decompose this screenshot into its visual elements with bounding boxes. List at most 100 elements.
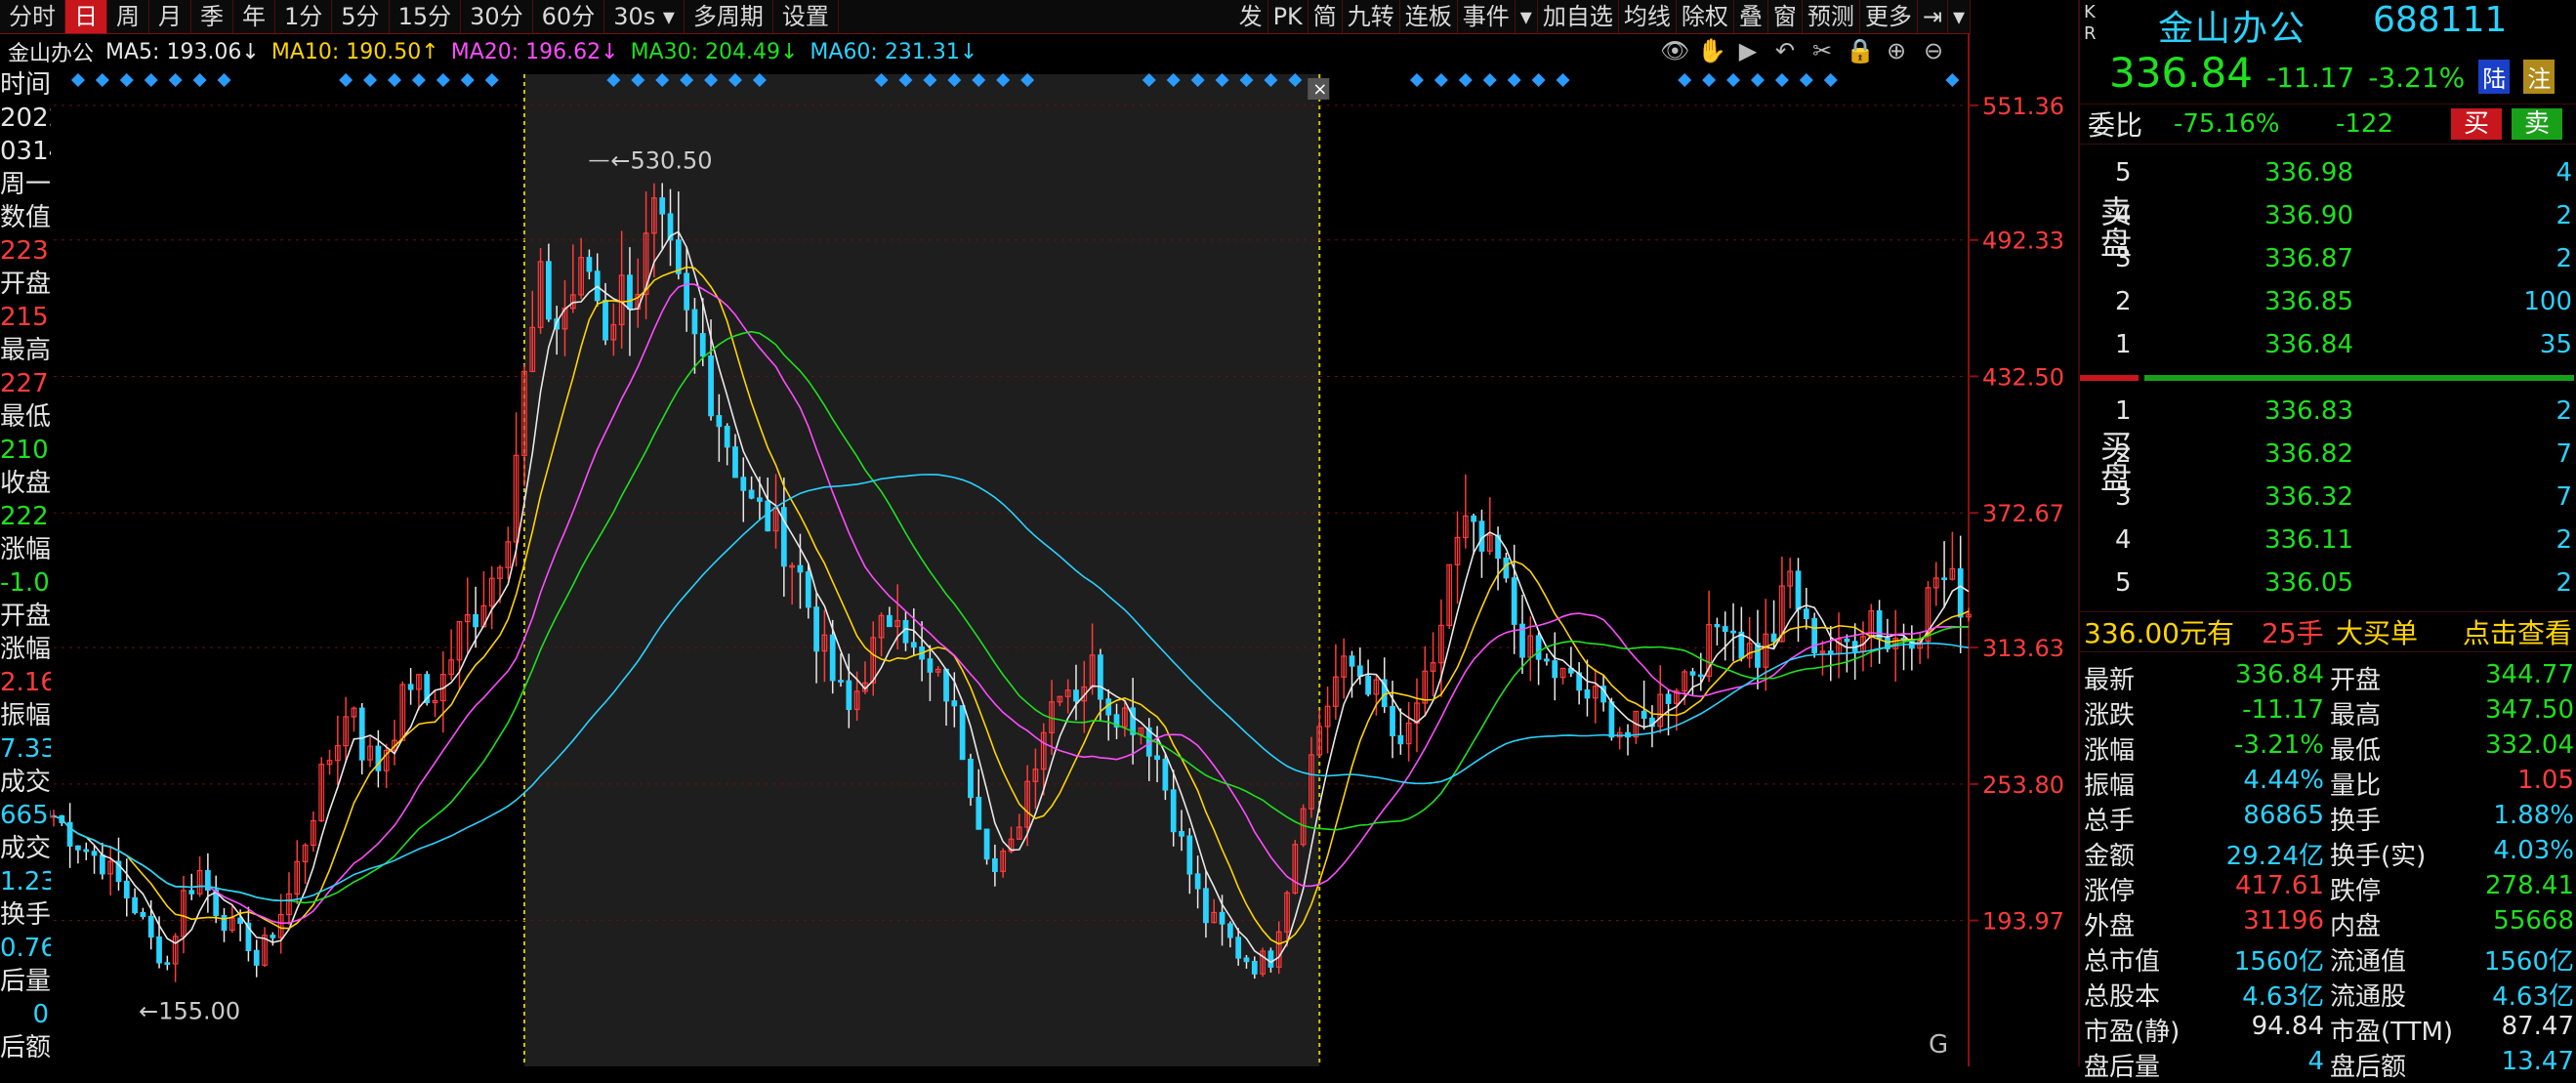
- big-order-row[interactable]: 336.00元有 25手 大买单 点击查看: [2080, 611, 2576, 652]
- period-tab-2[interactable]: 周: [107, 0, 149, 33]
- tool-button-2[interactable]: 简: [1309, 0, 1343, 33]
- asks-lvl: 1: [2115, 330, 2132, 359]
- period-tab-5[interactable]: 年: [233, 0, 275, 33]
- buy-button[interactable]: 买: [2451, 108, 2502, 140]
- stat-label: 涨幅: [2084, 736, 2136, 766]
- stat-label: 盘后量: [2084, 1053, 2161, 1082]
- candle-body: [1194, 873, 1201, 890]
- tool-button-10[interactable]: 叠: [1734, 0, 1768, 33]
- bids-level-1[interactable]: 1 336.83 2: [2080, 389, 2576, 432]
- bids-level-5[interactable]: 5 336.05 2: [2080, 561, 2576, 604]
- candle-body: [951, 700, 958, 707]
- bids-lvl: 1: [2115, 396, 2132, 426]
- period-tab-9[interactable]: 30分: [461, 0, 533, 33]
- stat-value: 4.63亿: [2242, 982, 2324, 1012]
- candle-body: [1535, 635, 1542, 660]
- tool-button-13[interactable]: 更多: [1860, 0, 1918, 33]
- candle-body: [1689, 671, 1696, 676]
- lu-badge[interactable]: 陆: [2478, 60, 2511, 94]
- period-tab-12[interactable]: 多周期: [685, 0, 773, 33]
- eye-icon[interactable]: 👁: [1660, 37, 1689, 66]
- candle-body: [732, 446, 738, 479]
- tool-button-5[interactable]: 事件: [1458, 0, 1516, 33]
- zoom-in-icon[interactable]: ⊕: [1883, 37, 1910, 66]
- asks-level-1[interactable]: 1 336.84 35: [2080, 322, 2576, 365]
- period-tab-13[interactable]: 设置: [773, 0, 839, 33]
- sell-button[interactable]: 卖: [2512, 108, 2562, 140]
- last-price: 336.84: [2109, 49, 2253, 97]
- tool-button-14[interactable]: ⇥: [1918, 0, 1948, 33]
- asks-px: 336.85: [2264, 287, 2353, 316]
- tool-button-6[interactable]: ▾: [1516, 0, 1538, 33]
- asks-level-2[interactable]: 2 336.85 100: [2080, 279, 2576, 322]
- candle-body: [740, 477, 747, 491]
- period-tab-0[interactable]: 分时: [0, 0, 65, 33]
- kline-chart[interactable]: × 551.36 492.33 432.50 372.67 313.63 253.80 193…: [0, 0, 2078, 1066]
- tool-button-8[interactable]: 均线: [1619, 0, 1677, 33]
- candle-body: [1349, 655, 1355, 667]
- event-marker: [1823, 73, 1838, 87]
- ask-bid-split-green: [2144, 375, 2574, 381]
- period-toolbar: 分时日周月季年 1分 5分 15分 30分 60分 30s ▾ 多周期 设置 发 PK 简九转 连板 事件…: [0, 0, 1971, 34]
- stat-11-k: 盘后量 4: [2084, 1047, 2324, 1082]
- period-tab-6[interactable]: 1分: [275, 0, 333, 33]
- bids-level-2[interactable]: 2 336.82 7: [2080, 432, 2576, 475]
- play-icon[interactable]: ▶: [1734, 37, 1762, 66]
- candle-body: [675, 239, 682, 274]
- bids-vol: 2: [2555, 568, 2572, 598]
- tool-button-11[interactable]: 窗: [1768, 0, 1803, 33]
- event-marker: [1726, 73, 1741, 87]
- undo-icon[interactable]: ↶: [1771, 37, 1799, 66]
- tool-button-0[interactable]: 发: [1234, 0, 1268, 33]
- stat-11-k2: 盘后额 13.47: [2330, 1047, 2574, 1082]
- info-row-20: 7.33%: [0, 734, 51, 764]
- price-change: -11.17: [2265, 62, 2355, 94]
- period-tab-7[interactable]: 5分: [332, 0, 390, 33]
- tool-button-9[interactable]: 除权: [1677, 0, 1734, 33]
- event-marker: [144, 73, 158, 87]
- event-marker: [217, 73, 231, 87]
- stat-label: 涨跌: [2084, 701, 2136, 730]
- period-tab-11[interactable]: 30s ▾: [604, 0, 685, 33]
- period-tab-3[interactable]: 月: [149, 0, 191, 33]
- stat-10-k2: 市盈(TTM) 87.47: [2330, 1012, 2574, 1047]
- bids-level-3[interactable]: 3 336.32 7: [2080, 475, 2576, 518]
- tool-button-12[interactable]: 预测: [1803, 0, 1860, 33]
- period-tab-1[interactable]: 日: [65, 0, 107, 33]
- candle-body: [140, 911, 146, 918]
- tool-button-3[interactable]: 九转: [1343, 0, 1400, 33]
- high-annotation-label: ←530.50: [610, 147, 712, 175]
- bids-level-4[interactable]: 4 336.11 2: [2080, 518, 2576, 561]
- info-row-22: 6650: [0, 801, 51, 830]
- zoom-out-icon[interactable]: ⊖: [1920, 37, 1947, 66]
- asks-level-5[interactable]: 5 336.98 4: [2080, 150, 2576, 193]
- asks-px: 336.87: [2264, 244, 2353, 273]
- asks-level-3[interactable]: 3 336.87 2: [2080, 236, 2576, 279]
- candle-body: [829, 634, 836, 682]
- tool-button-1[interactable]: PK: [1268, 0, 1309, 33]
- hand-icon[interactable]: ✋: [1697, 37, 1726, 66]
- period-tab-4[interactable]: 季: [191, 0, 233, 33]
- event-marker: [460, 73, 475, 87]
- bids-px: 336.11: [2264, 525, 2353, 555]
- candle-body: [1941, 577, 1947, 581]
- scissors-icon[interactable]: ✂: [1808, 37, 1836, 66]
- ma60-label: MA60: 231.31↓: [810, 39, 978, 64]
- lock-icon[interactable]: 🔒: [1846, 37, 1875, 66]
- asks-level-4[interactable]: 4 336.90 2: [2080, 193, 2576, 236]
- asks-vol: 2: [2555, 244, 2572, 273]
- zhu-badge[interactable]: 注: [2523, 60, 2555, 94]
- period-tab-8[interactable]: 15分: [390, 0, 462, 33]
- asks-vol: 2: [2555, 201, 2572, 230]
- candle-body: [188, 890, 195, 895]
- tool-button-4[interactable]: 连板: [1400, 0, 1458, 33]
- tool-button-7[interactable]: 加自选: [1538, 0, 1619, 33]
- candle-body: [1722, 626, 1728, 632]
- tool-button-15[interactable]: ▾: [1948, 0, 1971, 33]
- stat-value: 4.03%: [2493, 836, 2574, 865]
- period-tab-10[interactable]: 60分: [533, 0, 605, 33]
- stat-1-k2: 最高 347.50: [2330, 695, 2574, 730]
- big-order-link[interactable]: 点击查看: [2463, 612, 2572, 651]
- event-marker: [1774, 73, 1789, 87]
- event-marker: [1945, 73, 1960, 87]
